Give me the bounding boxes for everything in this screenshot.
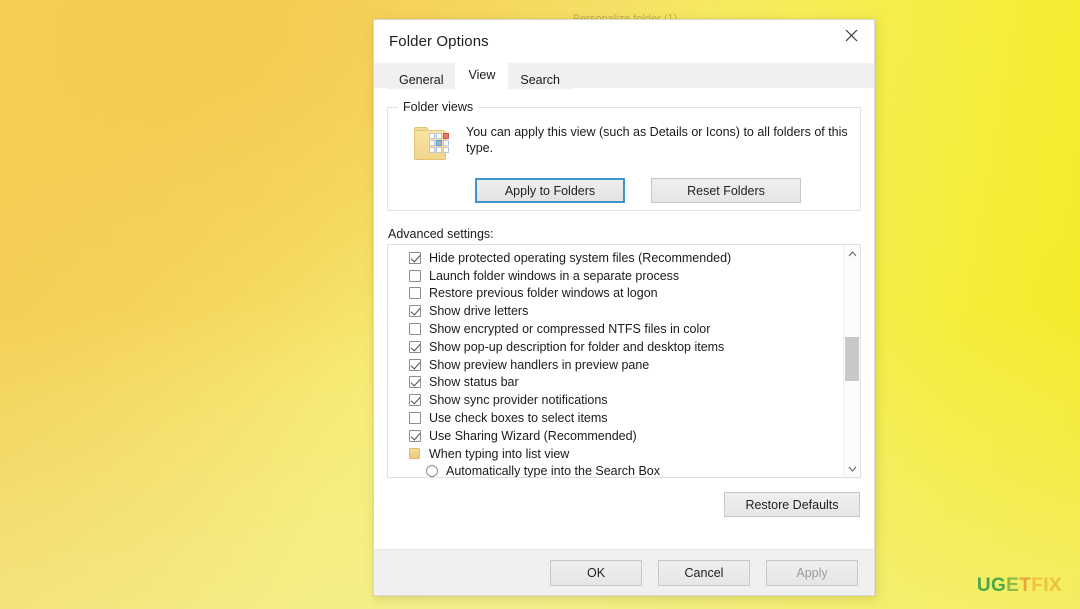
folder-icon [409, 448, 420, 460]
restore-defaults-row: Restore Defaults [387, 478, 861, 517]
list-item-label: Use check boxes to select items [429, 411, 608, 426]
list-item-label: Launch folder windows in a separate proc… [429, 268, 680, 283]
scrollbar-thumb[interactable] [845, 337, 859, 381]
list-item-label: When typing into list view [429, 446, 570, 461]
cancel-button[interactable]: Cancel [658, 559, 750, 586]
folder-views-group: Folder views You can apply this view (su… [387, 100, 861, 211]
scrollbar-track[interactable] [844, 262, 860, 460]
apply-button: Apply [766, 559, 858, 586]
list-item[interactable]: Show drive letters [388, 302, 843, 320]
watermark-part-2: E [1006, 575, 1020, 596]
list-item[interactable]: Use Sharing Wizard (Recommended) [388, 427, 843, 445]
watermark-part-3: T [1019, 575, 1032, 596]
reset-folders-button[interactable]: Reset Folders [651, 178, 801, 203]
dialog-title: Folder Options [389, 33, 489, 50]
folder-options-dialog: Folder Options General View Search Folde… [373, 19, 875, 596]
list-item[interactable]: Launch folder windows in a separate proc… [388, 267, 843, 285]
list-item-label: Show preview handlers in preview pane [429, 357, 650, 372]
list-item-label: Automatically type into the Search Box [446, 464, 661, 477]
checkbox-icon[interactable] [409, 305, 421, 318]
dialog-titlebar: Folder Options [374, 20, 874, 63]
checkbox-icon[interactable] [409, 394, 421, 407]
list-item-label: Show drive letters [429, 304, 529, 319]
checkbox-icon[interactable] [409, 429, 421, 442]
close-icon [845, 29, 857, 42]
close-button[interactable] [828, 20, 874, 51]
list-item-label: Show pop-up description for folder and d… [429, 339, 725, 354]
list-item-label: Restore previous folder windows at logon [429, 286, 658, 301]
checkbox-icon[interactable] [409, 269, 421, 282]
list-item-label: Hide protected operating system files (R… [429, 250, 732, 265]
tab-strip: General View Search [374, 62, 874, 91]
dialog-footer: OK Cancel Apply [374, 549, 874, 595]
checkbox-icon[interactable] [409, 358, 421, 371]
checkbox-icon[interactable] [409, 287, 421, 300]
list-item-group: When typing into list view [388, 445, 843, 463]
advanced-settings-label: Advanced settings: [388, 227, 494, 241]
list-item-label: Show encrypted or compressed NTFS files … [429, 322, 711, 337]
checkbox-icon[interactable] [409, 323, 421, 336]
chevron-up-icon[interactable] [844, 245, 861, 262]
screenshot-stage: Personalize folder (1) Folder Options Ge… [0, 0, 1080, 609]
list-item[interactable]: Show encrypted or compressed NTFS files … [388, 320, 843, 338]
watermark-part-4: FIX [1031, 575, 1062, 596]
apply-to-folders-button[interactable]: Apply to Folders [475, 178, 625, 203]
restore-defaults-button[interactable]: Restore Defaults [724, 492, 860, 517]
ugetfix-watermark: UG E T FIX [977, 575, 1062, 597]
advanced-settings-items: Hide protected operating system files (R… [388, 245, 843, 477]
checkbox-icon[interactable] [409, 376, 421, 389]
tab-search[interactable]: Search [508, 68, 572, 91]
list-item[interactable]: Show sync provider notifications [388, 391, 843, 409]
list-item[interactable]: Show pop-up description for folder and d… [388, 338, 843, 356]
list-item-label: Use Sharing Wizard (Recommended) [429, 428, 637, 443]
tab-general[interactable]: General [387, 68, 456, 91]
watermark-part-1: UG [976, 575, 1007, 596]
checkbox-icon[interactable] [409, 412, 421, 425]
chevron-down-icon[interactable] [844, 460, 861, 477]
listbox-scrollbar[interactable] [843, 245, 860, 477]
list-item[interactable]: Hide protected operating system files (R… [388, 249, 843, 267]
checkbox-icon[interactable] [409, 251, 421, 264]
advanced-settings-listbox: Hide protected operating system files (R… [387, 244, 861, 478]
folder-with-icons-icon [414, 127, 454, 161]
list-item-label: Show sync provider notifications [429, 393, 608, 408]
list-item-label: Show status bar [429, 375, 519, 390]
ok-button[interactable]: OK [550, 559, 642, 586]
list-item[interactable]: Restore previous folder windows at logon [388, 285, 843, 303]
list-item[interactable]: Use check boxes to select items [388, 409, 843, 427]
tab-view[interactable]: View [455, 62, 509, 88]
folder-views-legend: Folder views [398, 100, 479, 114]
folder-views-buttons: Apply to Folders Reset Folders [475, 178, 848, 203]
list-item[interactable]: Show preview handlers in preview pane [388, 356, 843, 374]
checkbox-icon[interactable] [409, 340, 421, 353]
view-tab-panel: Folder views You can apply this view (su… [374, 89, 874, 549]
folder-views-description: You can apply this view (such as Details… [466, 125, 848, 155]
radio-icon[interactable] [426, 465, 438, 477]
list-item[interactable]: Automatically type into the Search Box [388, 463, 843, 477]
list-item[interactable]: Show status bar [388, 374, 843, 392]
